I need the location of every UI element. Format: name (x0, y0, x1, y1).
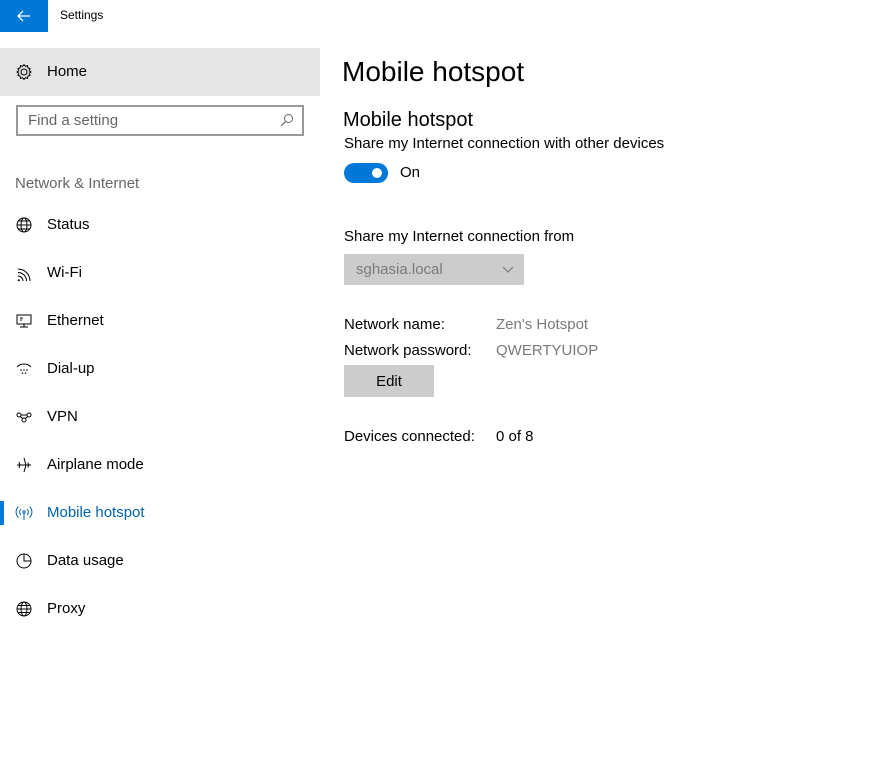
sidebar-item-label: Dial-up (47, 360, 95, 377)
sidebar-item-status[interactable]: Status (0, 201, 320, 249)
section-heading: Network & Internet (15, 175, 140, 192)
sidebar-item-label: Ethernet (47, 312, 104, 329)
network-name-value: Zen's Hotspot (496, 316, 589, 333)
gear-icon (16, 63, 32, 81)
sidebar-home-label: Home (47, 63, 88, 80)
toggle-knob (372, 168, 382, 178)
search-icon[interactable] (280, 113, 294, 127)
sidebar-item-label: Data usage (47, 552, 124, 569)
sidebar-item-vpn[interactable]: VPN (0, 393, 320, 441)
sidebar-home[interactable]: Home (0, 48, 320, 96)
search-input[interactable] (18, 107, 268, 134)
sidebar-item-label: VPN (47, 408, 78, 425)
share-from-dropdown[interactable]: sghasia.local (344, 254, 524, 285)
sidebar-item-proxy[interactable]: Proxy (0, 585, 320, 633)
main-content: Mobile hotspot Mobile hotspot Share my I… (342, 48, 862, 748)
share-description: Share my Internet connection with other … (344, 135, 665, 152)
chevron-down-icon (502, 266, 514, 273)
network-name-label: Network name: (344, 316, 445, 333)
search-box (16, 105, 304, 136)
sidebar-item-wifi[interactable]: Wi-Fi (0, 249, 320, 297)
sidebar-item-mobile-hotspot[interactable]: Mobile hotspot (0, 489, 320, 537)
dial-up-icon (16, 363, 32, 374)
sidebar-item-label: Proxy (47, 600, 86, 617)
devices-connected-value: 0 of 8 (496, 428, 534, 445)
data-usage-icon (16, 553, 32, 569)
share-from-label: Share my Internet connection from (344, 228, 575, 245)
title-bar: Settings (0, 0, 879, 32)
network-password-value: QWERTYUIOP (496, 342, 599, 359)
hotspot-icon (15, 506, 33, 520)
wifi-icon (17, 268, 31, 282)
sidebar-item-dial-up[interactable]: Dial-up (0, 345, 320, 393)
section-title: Mobile hotspot (343, 109, 474, 131)
vpn-icon (16, 412, 32, 423)
proxy-globe-icon (16, 601, 32, 617)
sidebar-item-label: Wi-Fi (47, 264, 82, 281)
sidebar-item-airplane-mode[interactable]: Airplane mode (0, 441, 320, 489)
selection-indicator (0, 501, 4, 525)
back-arrow-icon (17, 10, 30, 22)
sidebar-item-data-usage[interactable]: Data usage (0, 537, 320, 585)
sidebar-item-label: Status (47, 216, 90, 233)
ethernet-icon (16, 314, 32, 328)
toggle-state-label: On (400, 164, 421, 181)
sidebar: Home Network & Internet Status Wi-Fi (0, 48, 320, 765)
sidebar-item-label: Airplane mode (47, 456, 144, 473)
back-button[interactable] (0, 0, 48, 32)
sidebar-item-label: Mobile hotspot (47, 504, 145, 521)
devices-connected-label: Devices connected: (344, 428, 475, 445)
hotspot-toggle[interactable] (344, 163, 388, 183)
page-title: Mobile hotspot (342, 56, 525, 87)
airplane-icon (17, 457, 31, 473)
edit-button[interactable]: Edit (344, 365, 434, 397)
share-from-value: sghasia.local (356, 261, 443, 278)
network-password-label: Network password: (344, 342, 472, 359)
sidebar-item-ethernet[interactable]: Ethernet (0, 297, 320, 345)
globe-status-icon (16, 217, 32, 233)
window-title: Settings (60, 8, 104, 22)
